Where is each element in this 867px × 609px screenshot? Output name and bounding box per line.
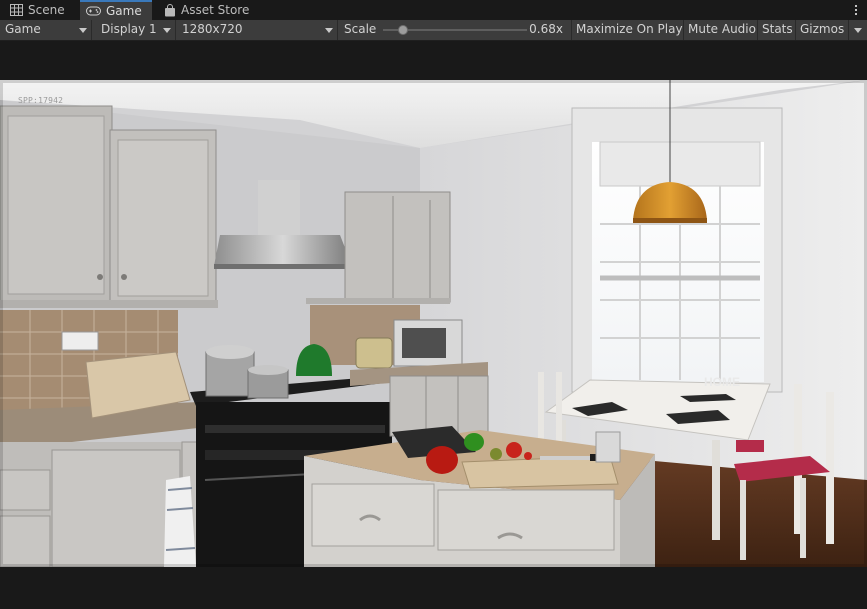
gizmos-toggle[interactable]: Gizmos xyxy=(796,20,849,40)
gizmos-dropdown[interactable] xyxy=(849,20,867,40)
display-value: Display 1 xyxy=(101,22,157,36)
spp-overlay-text: SPP:17942 xyxy=(18,96,64,105)
kebab-menu-icon[interactable] xyxy=(852,2,860,18)
gizmos-label: Gizmos xyxy=(800,22,845,36)
chevron-down-icon xyxy=(325,28,333,33)
chevron-down-icon xyxy=(854,28,862,33)
display-mode-value: Game xyxy=(5,22,41,36)
tab-scene[interactable]: Scene xyxy=(4,0,80,20)
stats-toggle[interactable]: Stats xyxy=(758,20,796,40)
maximize-on-play-label: Maximize On Play xyxy=(576,22,683,36)
display-mode-dropdown[interactable]: Game xyxy=(0,20,92,40)
tab-game-label: Game xyxy=(106,4,142,18)
resolution-dropdown[interactable]: 1280x720 xyxy=(177,20,338,40)
tab-asset-store[interactable]: Asset Store xyxy=(158,0,258,20)
kitchen-render-image: HOME xyxy=(0,80,867,567)
tab-asset-store-label: Asset Store xyxy=(181,3,250,17)
stats-label: Stats xyxy=(762,22,793,36)
display-dropdown[interactable]: Display 1 xyxy=(96,20,176,40)
tab-scene-label: Scene xyxy=(28,3,65,17)
editor-tab-bar: Scene Game Asset Store xyxy=(0,0,867,21)
shopping-bag-icon xyxy=(164,3,176,17)
home-sign: HOME xyxy=(704,375,740,389)
chevron-down-icon xyxy=(163,28,171,33)
gamepad-icon xyxy=(86,6,101,16)
scale-label: Scale xyxy=(344,22,377,36)
scene-grid-icon xyxy=(10,4,23,16)
tab-game[interactable]: Game xyxy=(80,0,152,20)
mute-audio-toggle[interactable]: Mute Audio xyxy=(684,20,758,40)
maximize-on-play-toggle[interactable]: Maximize On Play xyxy=(572,20,684,40)
resolution-value: 1280x720 xyxy=(182,22,243,36)
mute-audio-label: Mute Audio xyxy=(688,22,756,36)
chevron-down-icon xyxy=(79,28,87,33)
scale-value: 0.68x xyxy=(529,22,563,36)
